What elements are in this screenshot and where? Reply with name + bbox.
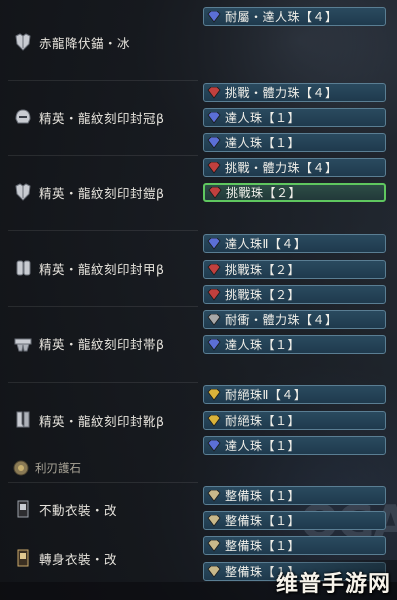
armor-name: 精英・龍紋刻印封甲β <box>39 261 165 277</box>
decoration-slot[interactable]: 挑戰・體力珠【４】 <box>203 158 386 177</box>
decoration-gem-icon <box>207 288 221 301</box>
decoration-label: 整備珠【１】 <box>225 514 301 528</box>
decoration-gem-icon <box>207 10 221 23</box>
decoration-slot[interactable]: 達人珠Ⅱ【４】 <box>203 234 386 253</box>
mantle-icon <box>12 498 34 520</box>
decoration-gem-icon <box>207 388 221 401</box>
decoration-label: 耐絕珠Ⅱ【４】 <box>225 388 307 402</box>
armor-name: 不動衣裝・改 <box>39 502 118 518</box>
helmet-icon <box>12 106 34 128</box>
watermark-text: 维普手游网 <box>275 572 391 597</box>
decoration-slot[interactable]: 挑戰珠【２】 <box>203 260 386 279</box>
decoration-gem-icon <box>207 539 221 552</box>
armor-row-arms[interactable]: 精英・龍紋刻印封甲β <box>0 257 200 279</box>
divider <box>8 306 198 307</box>
decoration-label: 挑戰・體力珠【４】 <box>225 161 338 175</box>
decoration-gem-icon <box>207 338 221 351</box>
decoration-slot[interactable]: 耐絕珠【１】 <box>203 411 386 430</box>
decoration-slot[interactable]: 整備珠【１】 <box>203 536 386 555</box>
armor-name: 轉身衣裝・改 <box>39 551 118 567</box>
decoration-slot[interactable]: 耐衝・體力珠【４】 <box>203 310 386 329</box>
decoration-label: 挑戰珠【２】 <box>225 288 301 302</box>
decoration-gem-icon <box>207 565 221 578</box>
decoration-slot[interactable]: 耐屬・達人珠【４】 <box>203 7 386 26</box>
divider <box>8 155 198 156</box>
decoration-gem-icon <box>207 136 221 149</box>
decoration-gem-icon <box>207 514 221 527</box>
armor-name: 精英・龍紋刻印封冠β <box>39 110 165 126</box>
decoration-slot[interactable]: 耐絕珠Ⅱ【４】 <box>203 385 386 404</box>
armor-row-helmet[interactable]: 精英・龍紋刻印封冠β <box>0 106 200 128</box>
decoration-label: 達人珠Ⅱ【４】 <box>225 237 307 251</box>
armor-row-chest-1[interactable]: 赤龍降伏錨・冰 <box>0 31 200 53</box>
armor-row-waist[interactable]: 精英・龍紋刻印封帯β <box>0 332 200 354</box>
waist-armor-icon <box>12 332 34 354</box>
decoration-label: 整備珠【１】 <box>225 539 301 553</box>
divider <box>8 80 198 81</box>
armor-name: 精英・龍紋刻印封靴β <box>39 413 165 429</box>
divider <box>8 482 198 483</box>
chest-armor-icon <box>12 31 34 53</box>
decoration-gem-icon <box>207 237 221 250</box>
armor-row-legs[interactable]: 精英・龍紋刻印封靴β <box>0 409 200 431</box>
decoration-slot-selected[interactable]: 挑戰珠【２】 <box>203 183 386 202</box>
chest-armor-icon <box>12 181 34 203</box>
decoration-label: 整備珠【１】 <box>225 489 301 503</box>
charm-icon <box>12 459 30 477</box>
decoration-gem-icon <box>207 111 221 124</box>
armor-name: 赤龍降伏錨・冰 <box>39 35 131 51</box>
armor-row-chest-2[interactable]: 精英・龍紋刻印封鎧β <box>0 181 200 203</box>
decoration-label: 挑戰珠【２】 <box>226 186 302 200</box>
decoration-slot[interactable]: 整備珠【１】 <box>203 486 386 505</box>
decoration-label: 耐衝・體力珠【４】 <box>225 313 338 327</box>
decoration-label: 達人珠【１】 <box>225 111 301 125</box>
leg-armor-icon <box>12 409 34 431</box>
decoration-slot[interactable]: 達人珠【１】 <box>203 436 386 455</box>
armor-row-mantle-2[interactable]: 轉身衣裝・改 <box>0 547 200 569</box>
divider <box>8 382 198 383</box>
charm-row[interactable]: 利刃護石 <box>12 459 81 477</box>
decoration-gem-icon <box>207 161 221 174</box>
decoration-slot[interactable]: 達人珠【１】 <box>203 335 386 354</box>
decoration-gem-icon <box>207 313 221 326</box>
decoration-gem-icon <box>207 439 221 452</box>
decoration-slot[interactable]: 挑戰・體力珠【４】 <box>203 83 386 102</box>
mantle-icon <box>12 547 34 569</box>
decoration-gem-icon <box>207 414 221 427</box>
decoration-label: 挑戰・體力珠【４】 <box>225 86 338 100</box>
decoration-label: 達人珠【１】 <box>225 136 301 150</box>
decoration-slot[interactable]: 達人珠【１】 <box>203 108 386 127</box>
decoration-label: 耐屬・達人珠【４】 <box>225 10 338 24</box>
arm-armor-icon <box>12 257 34 279</box>
decoration-gem-icon <box>207 86 221 99</box>
divider <box>8 230 198 231</box>
charm-name: 利刃護石 <box>35 461 81 475</box>
decoration-label: 達人珠【１】 <box>225 338 301 352</box>
decoration-label: 耐絕珠【１】 <box>225 414 301 428</box>
decoration-label: 挑戰珠【２】 <box>225 263 301 277</box>
decoration-gem-icon <box>207 263 221 276</box>
armor-row-mantle-1[interactable]: 不動衣裝・改 <box>0 498 200 520</box>
decoration-gem-icon <box>208 186 222 199</box>
armor-name: 精英・龍紋刻印封帯β <box>39 336 165 352</box>
decoration-label: 達人珠【１】 <box>225 439 301 453</box>
decoration-slot[interactable]: 達人珠【１】 <box>203 133 386 152</box>
decoration-slot[interactable]: 整備珠【１】 <box>203 511 386 530</box>
decoration-slot[interactable]: 挑戰珠【２】 <box>203 285 386 304</box>
armor-name: 精英・龍紋刻印封鎧β <box>39 185 165 201</box>
decoration-gem-icon <box>207 489 221 502</box>
